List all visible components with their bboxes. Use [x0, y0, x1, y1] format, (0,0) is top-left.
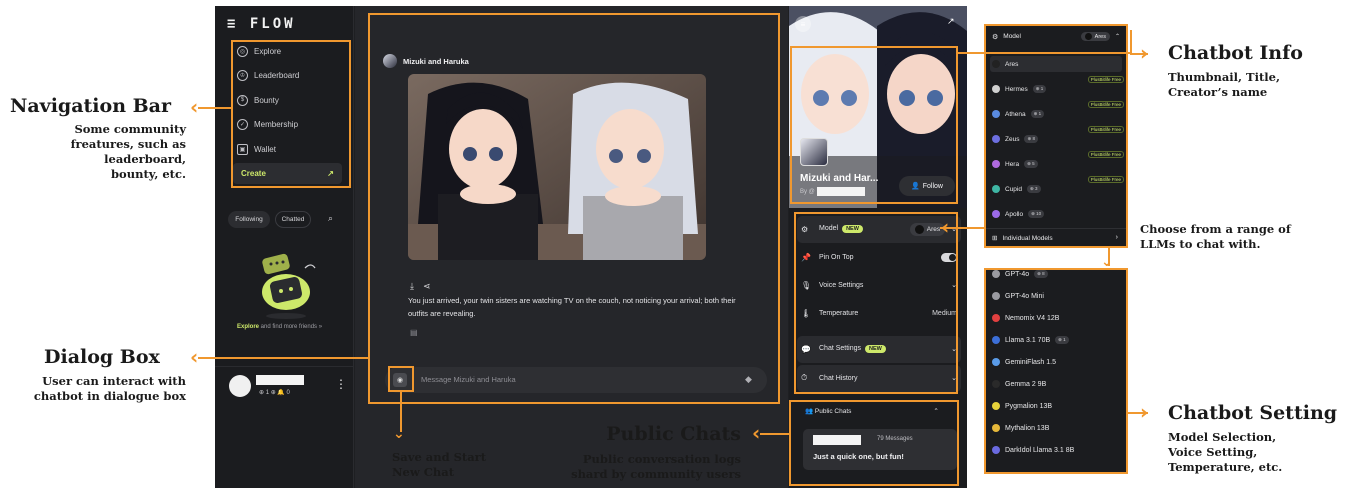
info-annotation-title: Chatbot Info [1168, 42, 1303, 64]
save-annotation-desc: Save and Start New Chat [392, 450, 486, 480]
info-connector-v [1130, 30, 1132, 54]
public-annotation-desc: Public conversation logs shard by commun… [571, 452, 741, 482]
info-arrow-icon: › [1140, 41, 1149, 65]
empty-state-mascot [233, 246, 339, 324]
tab-chatted[interactable]: Chatted [275, 211, 311, 228]
info-annotation-desc: Thumbnail, Title, Creator’s name [1168, 70, 1280, 100]
user-stats: ⊕ 1 ⊕ 🔔 0 [259, 390, 290, 396]
dialog-connector [198, 357, 368, 359]
setting-annotation-title: Chatbot Setting [1168, 402, 1338, 424]
user-name-redacted [256, 375, 304, 385]
user-bar: ⊕ 1 ⊕ 🔔 0 ⋮ [215, 366, 354, 408]
dialog-highlight-box [368, 13, 780, 404]
public-connector [760, 433, 789, 435]
external-link-icon[interactable]: ↗ [947, 16, 955, 27]
nav-desc-line: bounty, etc. [111, 167, 186, 181]
collapse-panel-icon[interactable]: ≡ [795, 16, 811, 32]
llm-desc-line: LLMs to chat with. [1140, 237, 1261, 251]
nav-highlight-box [231, 40, 351, 188]
picker-highlight-box [984, 24, 1128, 248]
public-desc-line: shard by community users [571, 467, 741, 481]
nav-desc-line: freatures, such as [70, 137, 186, 151]
dialog-annotation-desc: User can interact with chatbot in dialog… [34, 374, 186, 404]
public-desc-line: Public conversation logs [582, 452, 741, 466]
explore-rest: and find more friends » [259, 324, 323, 330]
nav-annotation-title: Navigation Bar [10, 95, 172, 117]
llm-highlight-box [984, 268, 1128, 474]
setting-annotation-desc: Model Selection, Voice Setting, Temperat… [1168, 430, 1282, 475]
public-highlight-box [789, 400, 959, 486]
setting-arrow-icon: › [1140, 400, 1149, 424]
llm-desc-line: Choose from a range of [1140, 222, 1291, 236]
info-desc-line: Creator’s name [1168, 85, 1268, 99]
nav-arrow-icon: ‹ [190, 95, 199, 119]
explore-link[interactable]: Explore [237, 324, 259, 330]
setting-desc-line: Voice Setting, [1168, 445, 1258, 459]
setting-desc-line: Temperature, etc. [1168, 460, 1283, 474]
dialog-annotation-title: Dialog Box [44, 346, 160, 368]
info-highlight-box [790, 46, 958, 204]
dialog-desc-line: User can interact with [42, 374, 186, 388]
explore-more-text: Explore and find more friends » [237, 324, 322, 330]
save-desc-line: New Chat [392, 465, 455, 479]
dialog-arrow-icon: ‹ [190, 345, 199, 369]
tab-following[interactable]: Following [228, 211, 270, 228]
save-highlight-box [388, 366, 414, 392]
nav-connector [198, 107, 231, 109]
save-desc-line: Save and Start [392, 450, 487, 464]
info-connector [958, 52, 1132, 54]
public-annotation-title: Public Chats [606, 423, 741, 445]
public-arrow-icon: ‹ [752, 421, 761, 445]
app-logo[interactable]: ≡ FLOW [227, 16, 296, 32]
avatar[interactable] [229, 375, 251, 397]
save-arrow-icon: ⌄ [393, 426, 405, 442]
dialog-desc-line: chatbot in dialogue box [33, 389, 186, 403]
search-icon[interactable]: ⌕ [328, 213, 333, 224]
llm-annotation-desc: Choose from a range of LLMs to chat with… [1140, 222, 1291, 252]
nav-desc-line: Some community [74, 122, 186, 136]
nav-annotation-desc: Some community freatures, such as leader… [71, 122, 186, 182]
picker-arrow-icon: ‹ [941, 215, 950, 239]
settings-highlight-box [794, 212, 958, 394]
nav-desc-line: leaderboard, [104, 152, 186, 166]
llm-arrow-icon: ⌄ [1101, 254, 1113, 270]
setting-desc-line: Model Selection, [1168, 430, 1277, 444]
more-menu-icon[interactable]: ⋮ [335, 377, 347, 391]
info-desc-line: Thumbnail, Title, [1168, 70, 1280, 84]
